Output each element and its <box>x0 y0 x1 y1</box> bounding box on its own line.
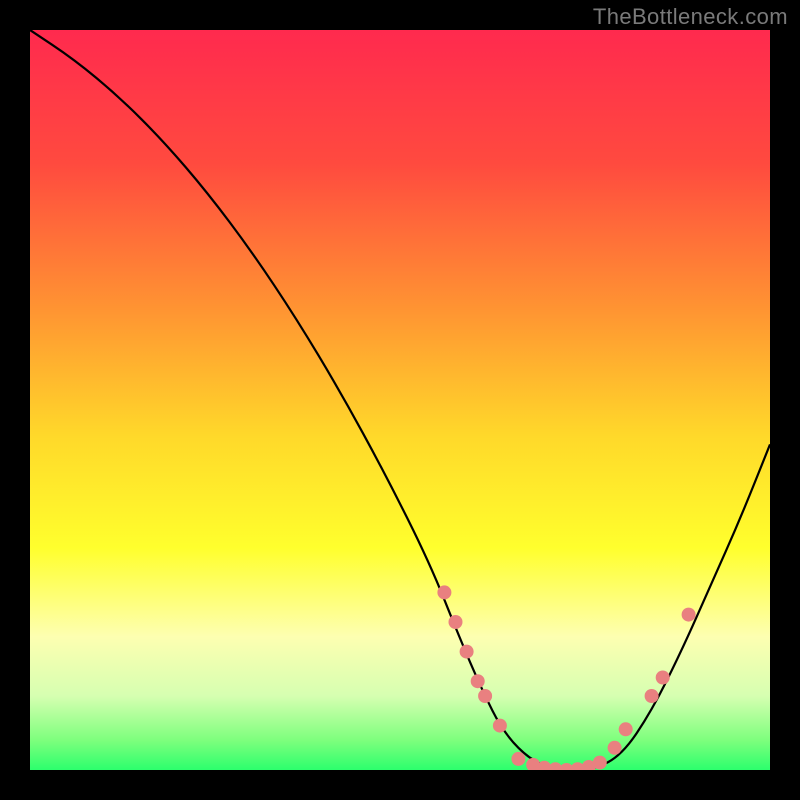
marker-left-4 <box>471 674 485 688</box>
marker-flat-1 <box>511 752 525 766</box>
marker-right-4 <box>656 671 670 685</box>
marker-right-1 <box>608 741 622 755</box>
marker-right-2 <box>619 722 633 736</box>
chart-area <box>30 30 770 770</box>
marker-left-1 <box>437 585 451 599</box>
marker-left-2 <box>449 615 463 629</box>
watermark-text: TheBottleneck.com <box>593 4 788 30</box>
gradient-background <box>30 30 770 770</box>
marker-right-5 <box>682 608 696 622</box>
marker-left-5 <box>478 689 492 703</box>
marker-left-3 <box>460 645 474 659</box>
marker-right-3 <box>645 689 659 703</box>
marker-flat-8 <box>593 756 607 770</box>
marker-left-6 <box>493 719 507 733</box>
stage: TheBottleneck.com <box>0 0 800 800</box>
chart-svg <box>30 30 770 770</box>
